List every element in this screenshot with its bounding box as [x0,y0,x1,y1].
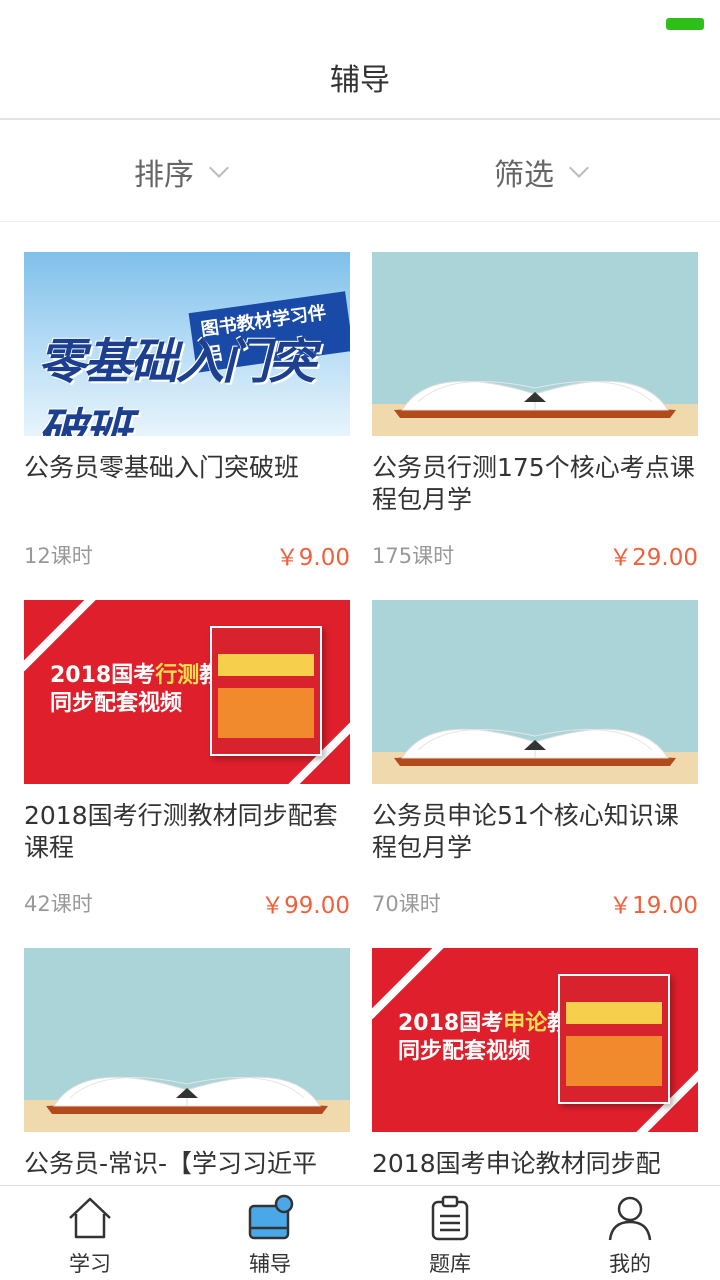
course-thumbnail [372,600,698,784]
tab-label: 学习 [69,1252,111,1276]
course-thumbnail: 2018国考行测教材 同步配套视频 [24,600,350,784]
course-name: 公务员行测175个核心考点课程包月学 [372,453,695,514]
course-thumbnail [372,252,698,436]
course-card[interactable]: 2018国考行测教材 同步配套视频 2018国考行测教材同步配套课程 42课时 … [24,600,350,920]
course-thumbnail [24,948,350,1132]
sort-label: 排序 [134,158,194,193]
course-name: 公务员零基础入门突破班 [24,453,300,482]
decor-stripe [24,600,110,672]
course-card[interactable]: 公务员行测175个核心考点课程包月学 175课时 ￥29.00 [372,252,698,572]
tutoring-icon [248,1194,294,1240]
book-cover-image [210,626,322,756]
page-title: 辅导 [330,63,390,98]
course-meta: 12课时 ￥9.00 [24,538,350,572]
filter-bar: 排序 筛选 [0,122,720,222]
course-hours: 70课时 [372,892,441,916]
tab-question-bank[interactable]: 题库 [360,1186,540,1280]
chevron-down-icon [209,158,229,178]
filter-label: 筛选 [494,158,554,193]
course-thumbnail: 2018国考申论教材 同步配套视频 [372,948,698,1132]
battery-icon [666,18,704,30]
chevron-down-icon [569,158,589,178]
course-price: ￥29.00 [609,545,698,571]
thumbnail-title-text: 零基础入门突破班 [38,334,316,436]
tab-label: 我的 [609,1252,651,1276]
course-thumbnail: 图书教材学习伴侣 零基础入门突破班 [24,252,350,436]
course-card[interactable]: 公务员申论51个核心知识课程包月学 70课时 ￥19.00 [372,600,698,920]
course-card[interactable]: 公务员-常识-【学习习近平 [24,948,350,1185]
course-name: 2018国考申论教材同步配 [372,1149,661,1178]
course-hours: 175课时 [372,544,455,568]
open-book-icon [394,380,676,418]
status-bar [0,0,720,36]
course-name: 公务员申论51个核心知识课程包月学 [372,801,679,862]
course-meta: 70课时 ￥19.00 [372,886,698,920]
sort-dropdown[interactable]: 排序 [0,122,360,222]
course-card[interactable]: 图书教材学习伴侣 零基础入门突破班 公务员零基础入门突破班 12课时 ￥9.00 [24,252,350,572]
page-header: 辅导 [0,36,720,120]
course-price: ￥9.00 [275,545,350,571]
filter-dropdown[interactable]: 筛选 [360,122,720,222]
course-hours: 12课时 [24,544,93,568]
tab-study[interactable]: 学习 [0,1186,180,1280]
tab-mine[interactable]: 我的 [540,1186,720,1280]
decor-stripe [372,948,458,1020]
course-hours: 42课时 [24,892,93,916]
course-name: 2018国考行测教材同步配套课程 [24,801,338,862]
course-meta: 175课时 ￥29.00 [372,538,698,572]
course-name: 公务员-常识-【学习习近平 [24,1149,318,1178]
open-book-icon [46,1076,328,1114]
open-book-icon [394,728,676,766]
course-price: ￥99.00 [261,893,350,919]
course-meta: 42课时 ￥99.00 [24,886,350,920]
course-card[interactable]: 2018国考申论教材 同步配套视频 2018国考申论教材同步配 [372,948,698,1185]
course-price: ￥19.00 [609,893,698,919]
tab-label: 辅导 [249,1252,291,1276]
tab-label: 题库 [429,1252,471,1276]
course-grid: 图书教材学习伴侣 零基础入门突破班 公务员零基础入门突破班 12课时 ￥9.00… [0,223,720,1185]
book-cover-image [558,974,670,1104]
bottom-tab-bar: 学习 辅导 题库 我的 [0,1185,720,1280]
clipboard-icon [431,1195,469,1241]
user-icon [608,1196,652,1241]
tab-tutoring[interactable]: 辅导 [180,1186,360,1280]
home-icon [69,1197,111,1239]
